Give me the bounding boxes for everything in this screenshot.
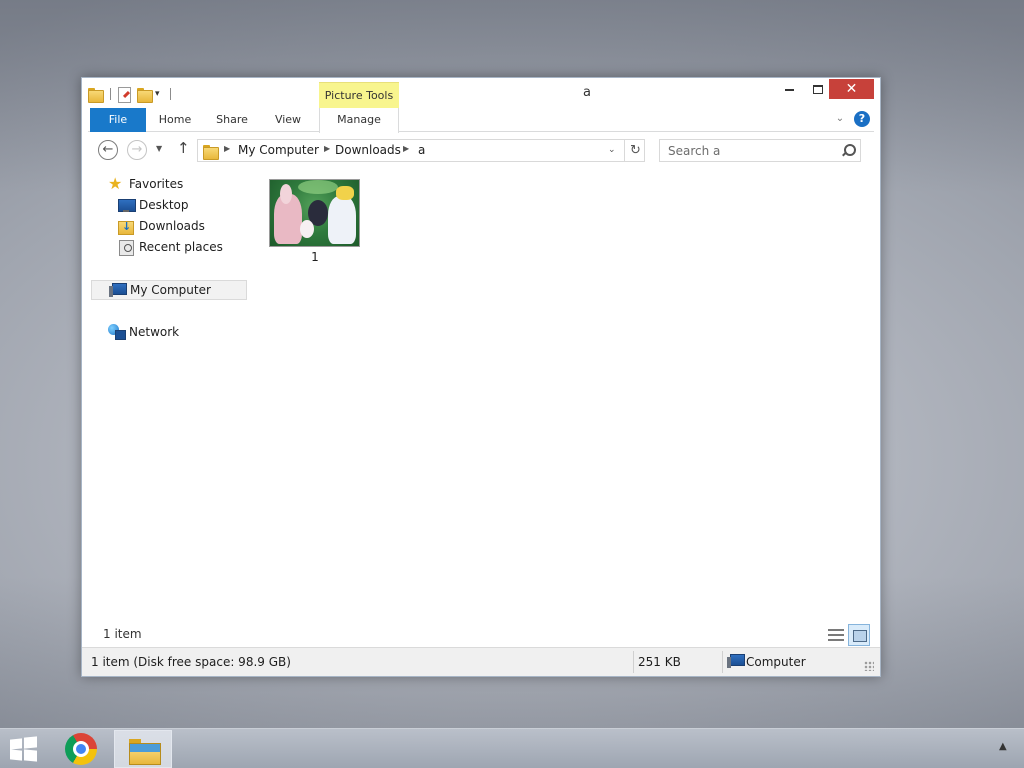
taskbar: ▲ — [0, 728, 1024, 768]
file-item[interactable]: 1 — [265, 176, 361, 270]
refresh-icon[interactable]: ↻ — [624, 140, 646, 161]
nav-item-my-computer[interactable]: My Computer — [91, 280, 247, 300]
nav-item-favorites[interactable]: ★ Favorites — [108, 174, 183, 194]
desktop-icon — [118, 197, 136, 213]
details-view-icon[interactable] — [827, 627, 845, 643]
nav-item-downloads[interactable]: Downloads — [118, 216, 205, 237]
qat-separator — [169, 88, 171, 100]
breadcrumb-a[interactable]: a — [418, 143, 425, 157]
tab-share[interactable]: Share — [208, 108, 256, 132]
nav-item-label: My Computer — [130, 283, 211, 297]
file-explorer-icon — [129, 737, 161, 765]
computer-icon — [727, 653, 745, 669]
nav-item-desktop[interactable]: Desktop — [118, 195, 189, 215]
close-button[interactable]: ✕ — [829, 79, 874, 99]
breadcrumb-arrow-icon[interactable]: ▶ — [324, 144, 330, 153]
image-thumbnail — [269, 179, 360, 247]
up-arrow-icon[interactable]: ↑ — [177, 139, 190, 157]
window-title: a — [583, 85, 591, 100]
search-box — [659, 139, 861, 162]
breadcrumb-arrow-icon[interactable]: ▶ — [403, 144, 409, 153]
expand-ribbon-chevron-icon[interactable]: ⌄ — [834, 112, 846, 126]
selection-size: 251 KB — [638, 655, 681, 669]
computer-icon — [109, 282, 127, 298]
quick-access-toolbar: ▾ — [88, 84, 177, 104]
recent-places-icon — [118, 239, 134, 256]
folder-icon[interactable] — [88, 87, 104, 103]
resize-grip[interactable] — [864, 661, 874, 671]
navigation-bar: ← → ▼ ↑ ▶ My Computer ▶ Downloads ▶ a ⌄ … — [82, 136, 880, 166]
address-bar[interactable]: ▶ My Computer ▶ Downloads ▶ a ⌄ ↻ — [197, 139, 645, 162]
breadcrumb-arrow-icon[interactable]: ▶ — [224, 144, 230, 153]
close-icon: ✕ — [845, 81, 858, 97]
tab-file[interactable]: File — [90, 108, 146, 132]
breadcrumb-my-computer[interactable]: My Computer — [238, 143, 319, 157]
file-name: 1 — [311, 250, 319, 264]
properties-icon[interactable] — [117, 86, 131, 103]
nav-item-label: Recent places — [139, 240, 223, 254]
windows-logo-icon — [10, 738, 22, 750]
title-bar: ▾ Picture Tools a ✕ — [82, 78, 880, 108]
new-folder-icon[interactable] — [137, 87, 153, 103]
selection-info: 1 item (Disk free space: 98.9 GB) — [91, 655, 291, 669]
file-explorer-taskbar-button[interactable] — [114, 730, 172, 768]
qat-dropdown-icon[interactable]: ▾ — [155, 89, 160, 99]
nav-item-label: Downloads — [139, 219, 205, 233]
maximize-icon — [812, 85, 823, 94]
nav-item-label: Favorites — [129, 177, 184, 191]
tab-home[interactable]: Home — [150, 108, 200, 132]
chrome-taskbar-button[interactable] — [64, 733, 98, 765]
chrome-icon — [65, 733, 97, 765]
address-dropdown-icon[interactable]: ⌄ — [608, 145, 616, 155]
back-button[interactable]: ← — [98, 140, 118, 160]
nav-item-label: Network — [129, 325, 180, 339]
search-input[interactable] — [660, 140, 836, 161]
qat-separator — [110, 88, 111, 100]
status-bar: 1 item (Disk free space: 98.9 GB) 251 KB… — [82, 647, 880, 676]
minimize-button[interactable] — [776, 79, 803, 99]
minimize-icon — [785, 88, 794, 91]
navigation-pane: ★ Favorites Desktop Downloads Recent pla… — [90, 174, 248, 624]
picture-tools-context-tab: Picture Tools — [319, 82, 399, 108]
start-button[interactable] — [8, 736, 38, 762]
maximize-button[interactable] — [804, 79, 831, 99]
item-count: 1 item — [103, 627, 142, 641]
folder-icon — [203, 144, 219, 160]
search-icon[interactable] — [840, 142, 856, 158]
network-icon — [108, 324, 126, 340]
forward-button[interactable]: → — [127, 140, 147, 160]
explorer-window: ▾ Picture Tools a ✕ File Home Share View… — [81, 77, 881, 677]
nav-item-recent-places[interactable]: Recent places — [118, 237, 223, 257]
star-icon: ★ — [108, 174, 123, 193]
help-icon[interactable]: ? — [854, 111, 870, 127]
nav-item-network[interactable]: Network — [108, 322, 179, 342]
tab-view[interactable]: View — [264, 108, 312, 132]
recent-locations-chevron-icon[interactable]: ▼ — [156, 144, 162, 153]
location-label: Computer — [746, 655, 806, 669]
breadcrumb-downloads[interactable]: Downloads — [335, 143, 401, 157]
ribbon-tabs: File Home Share View Manage ⌄ ? — [88, 108, 874, 133]
show-hidden-icons-icon[interactable]: ▲ — [999, 741, 1007, 752]
tab-manage[interactable]: Manage — [319, 108, 399, 133]
nav-item-label: Desktop — [139, 198, 189, 212]
large-icons-view-icon[interactable] — [848, 624, 870, 646]
downloads-icon — [118, 217, 134, 237]
